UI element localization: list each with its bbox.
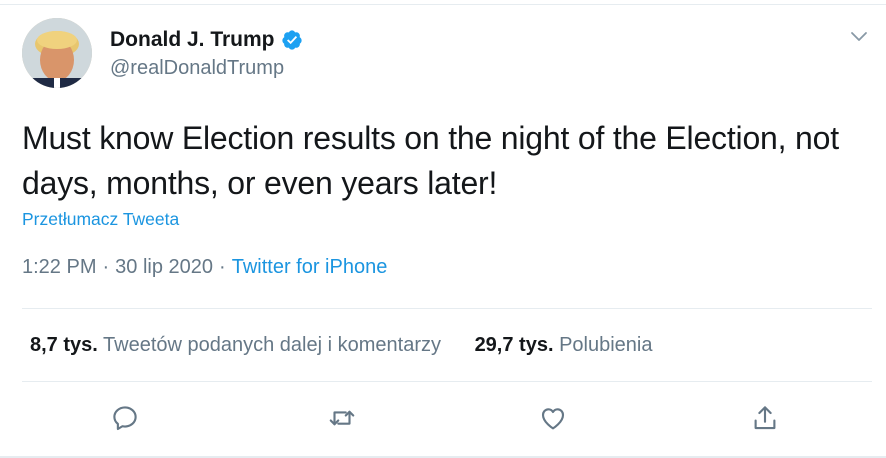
retweets-stat[interactable]: 8,7 tys. Tweetów podanych dalej i koment…: [30, 334, 441, 357]
like-button[interactable]: [535, 400, 571, 436]
action-bar: [0, 400, 886, 440]
tweet-text: Must know Election results on the night …: [22, 120, 839, 201]
retweet-button[interactable]: [324, 400, 360, 436]
verified-badge-icon: [281, 29, 303, 51]
reply-icon: [113, 406, 137, 431]
likes-label: Polubienia: [559, 334, 653, 356]
tweet-date[interactable]: 30 lip 2020: [115, 256, 213, 278]
tweet-time[interactable]: 1:22 PM: [22, 256, 96, 278]
avatar[interactable]: [22, 18, 92, 88]
retweet-icon: [329, 410, 355, 426]
chevron-down-icon[interactable]: [847, 24, 871, 48]
stats-divider: [22, 381, 872, 382]
heart-icon: [541, 408, 565, 430]
author-name[interactable]: Donald J. Trump: [110, 28, 275, 52]
retweets-count: 8,7 tys.: [30, 334, 98, 356]
meta-separator: ·: [102, 256, 110, 278]
meta-divider: [22, 308, 872, 309]
reply-button[interactable]: [107, 400, 143, 436]
meta-separator: ·: [219, 256, 226, 278]
tweet-meta: 1:22 PM · 30 lip 2020 · Twitter for iPhone: [22, 256, 387, 279]
share-button[interactable]: [747, 400, 783, 436]
likes-stat[interactable]: 29,7 tys. Polubienia: [475, 334, 653, 357]
likes-count: 29,7 tys.: [474, 334, 554, 356]
author-name-row: Donald J. Trump: [110, 28, 303, 52]
author-handle[interactable]: @realDonaldTrump: [110, 57, 284, 80]
tweet-stats: 8,7 tys. Tweetów podanych dalej i koment…: [30, 334, 653, 357]
top-divider: [0, 4, 886, 5]
translate-tweet-link[interactable]: Przetłumacz Tweeta: [22, 209, 179, 230]
avatar-image: [22, 18, 92, 88]
share-icon: [754, 406, 776, 430]
tweet-source-link[interactable]: Twitter for iPhone: [232, 256, 388, 278]
retweets-label: Tweetów podanych dalej i komentarzy: [103, 334, 441, 356]
tweet-card: Donald J. Trump @realDonaldTrump Must kn…: [0, 0, 886, 458]
